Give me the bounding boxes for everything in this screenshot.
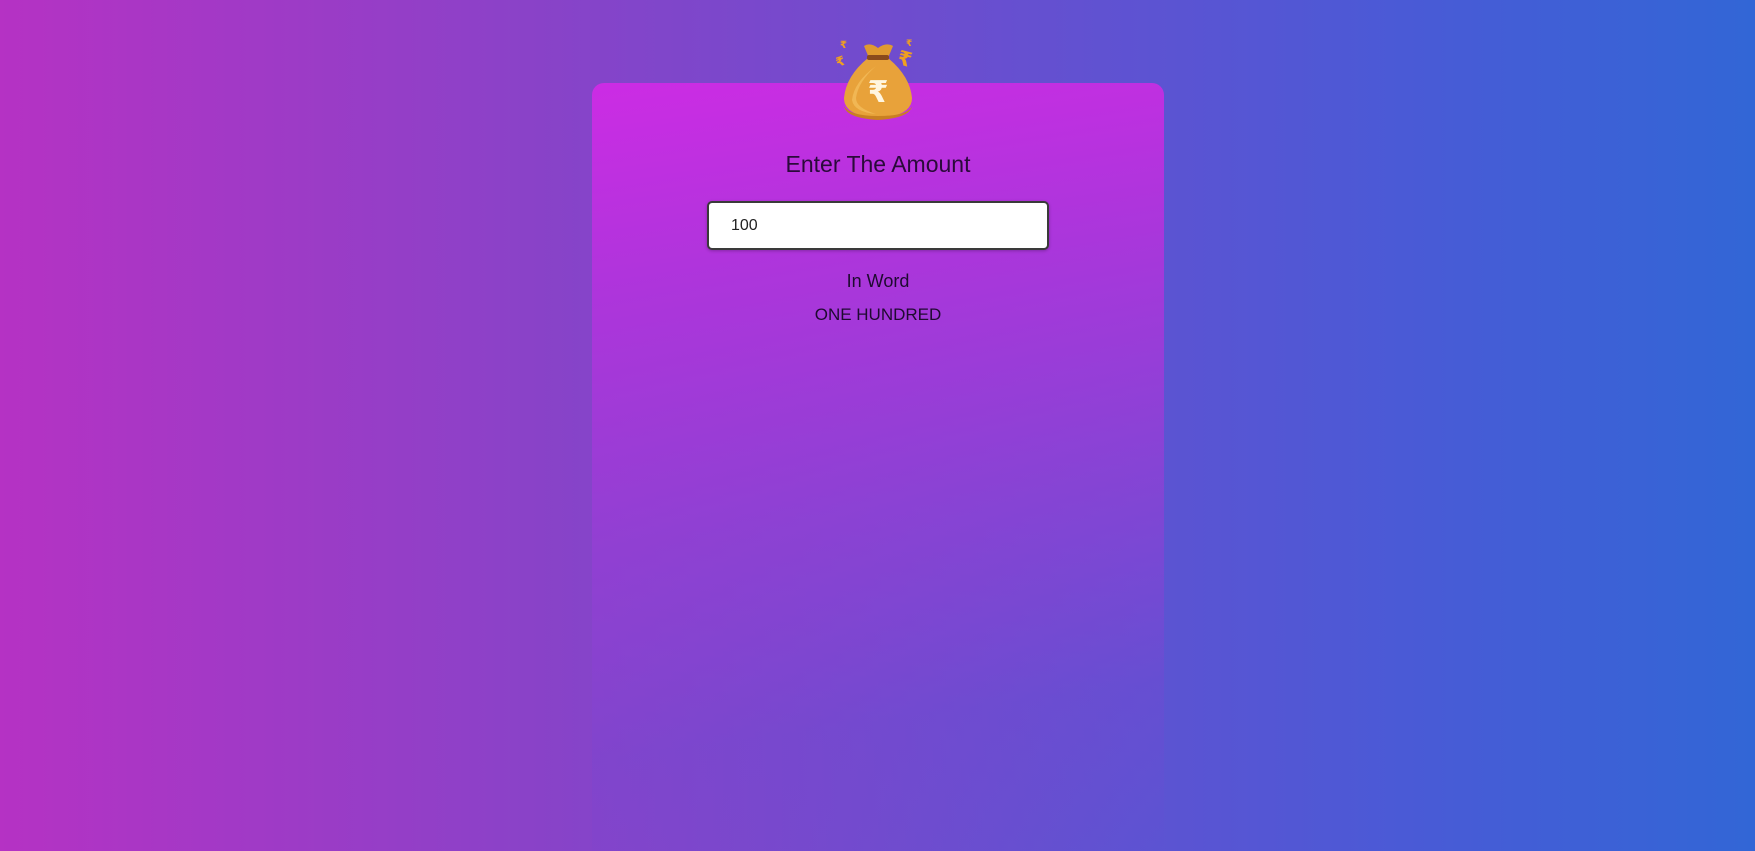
- small-rupee-icon: ₹: [840, 40, 847, 51]
- in-word-label: In Word: [846, 271, 910, 291]
- money-bag-rupee-icon: ₹ ₹ ₹ ₹ ₹: [836, 39, 915, 120]
- small-rupee-icon: ₹: [836, 54, 847, 71]
- page-title: Enter The Amount: [785, 151, 971, 177]
- converter-card: [592, 83, 1164, 851]
- rupee-icon: ₹: [868, 75, 889, 110]
- in-word-value: ONE HUNDRED: [814, 305, 942, 324]
- amount-input[interactable]: [707, 201, 1049, 250]
